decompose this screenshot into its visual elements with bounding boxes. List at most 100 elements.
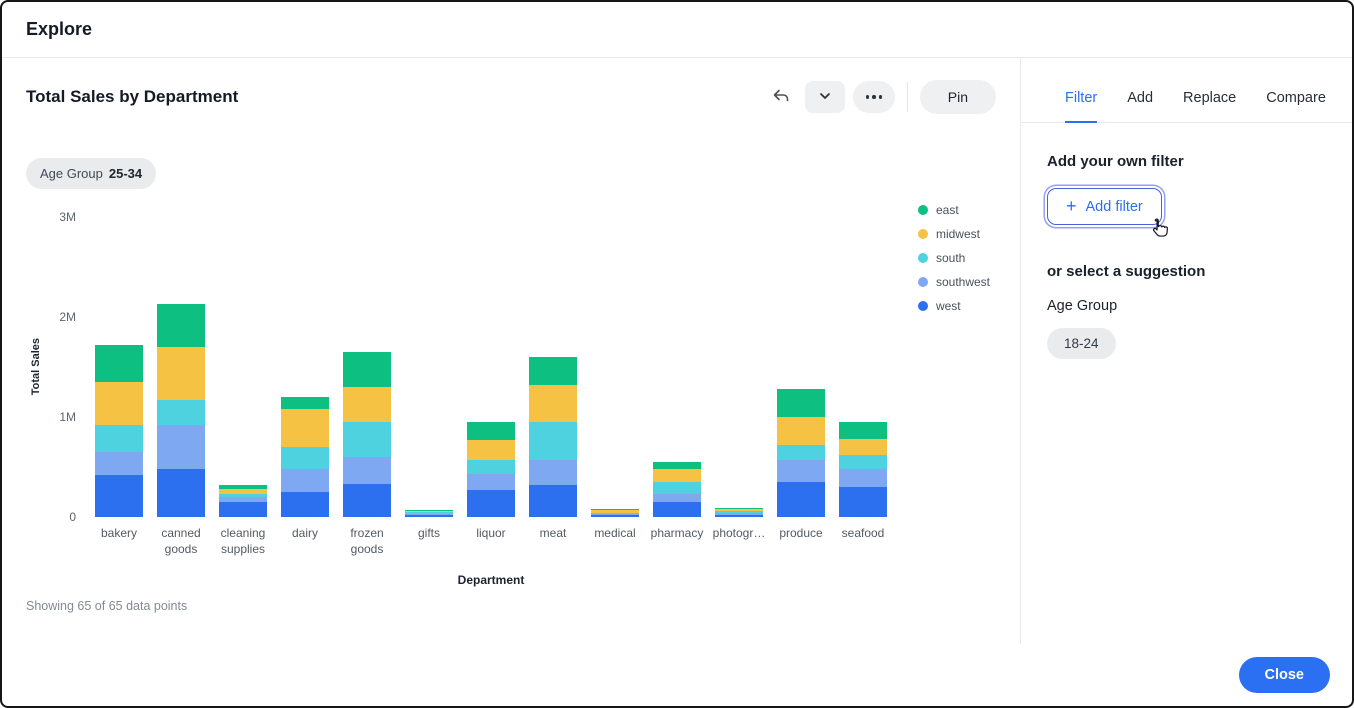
bar-segment-west[interactable]: [653, 502, 701, 517]
bar-segment-south[interactable]: [467, 460, 515, 474]
undo-button[interactable]: [765, 81, 797, 113]
tab-compare[interactable]: Compare: [1266, 90, 1326, 122]
bar-segment-east[interactable]: [777, 389, 825, 417]
hand-cursor-icon: [1147, 217, 1169, 241]
tab-replace[interactable]: Replace: [1183, 90, 1236, 122]
bar-segment-west[interactable]: [839, 487, 887, 517]
age-group-filter-chip[interactable]: Age Group 25-34: [26, 158, 156, 189]
bar-segment-south[interactable]: [343, 422, 391, 457]
bar-segment-west[interactable]: [529, 485, 577, 517]
bar-segment-east[interactable]: [95, 345, 143, 382]
legend-item-midwest[interactable]: midwest: [918, 227, 990, 241]
bar-segment-southwest[interactable]: [95, 452, 143, 475]
bar-segment-southwest[interactable]: [653, 494, 701, 502]
pin-button[interactable]: Pin: [920, 80, 996, 114]
bar-segment-east[interactable]: [343, 352, 391, 387]
bar-segment-southwest[interactable]: [281, 469, 329, 492]
bar-segment-west[interactable]: [467, 490, 515, 517]
stacked-bar[interactable]: [219, 485, 267, 517]
bar-segment-southwest[interactable]: [777, 460, 825, 482]
bar-segment-east[interactable]: [529, 357, 577, 385]
add-filter-button[interactable]: + Add filter: [1047, 188, 1162, 225]
stacked-bar[interactable]: [467, 422, 515, 517]
stacked-bar[interactable]: [715, 508, 763, 517]
close-button[interactable]: Close: [1239, 657, 1331, 693]
bar-segment-midwest[interactable]: [529, 385, 577, 422]
bar-column: seafood: [832, 217, 894, 542]
bar-segment-midwest[interactable]: [467, 440, 515, 460]
stacked-bar[interactable]: [591, 509, 639, 517]
x-category-label: photogr…: [708, 526, 770, 542]
bar-segment-midwest[interactable]: [839, 439, 887, 455]
bar-segment-east[interactable]: [653, 462, 701, 469]
suggestion-chip-18-24[interactable]: 18-24: [1047, 328, 1116, 359]
bar-segment-south[interactable]: [529, 422, 577, 460]
y-tick-label: 3M: [59, 210, 76, 224]
history-dropdown-button[interactable]: [805, 81, 845, 113]
legend-item-west[interactable]: west: [918, 299, 990, 313]
bar-segment-west[interactable]: [219, 502, 267, 517]
bar-segment-midwest[interactable]: [281, 409, 329, 447]
bar-segment-southwest[interactable]: [157, 425, 205, 469]
tab-add[interactable]: Add: [1127, 90, 1153, 122]
tab-filter[interactable]: Filter: [1065, 90, 1097, 123]
bar-segment-east[interactable]: [281, 397, 329, 409]
bar-segment-southwest[interactable]: [529, 460, 577, 485]
suggestion-group-label: Age Group: [1047, 298, 1326, 314]
bar-segment-midwest[interactable]: [653, 469, 701, 482]
bar-segment-south[interactable]: [653, 482, 701, 494]
stacked-bar[interactable]: [653, 462, 701, 517]
stacked-bar[interactable]: [343, 352, 391, 517]
filter-chip-label: Age Group: [40, 166, 103, 181]
stacked-bar[interactable]: [281, 397, 329, 517]
add-filter-label: Add filter: [1086, 199, 1143, 215]
toolbar-divider: [907, 82, 908, 112]
bar-segment-south[interactable]: [839, 455, 887, 469]
stacked-bar[interactable]: [777, 389, 825, 517]
add-own-filter-heading: Add your own filter: [1047, 153, 1326, 170]
ellipsis-icon: [866, 95, 870, 99]
bar-segment-south[interactable]: [95, 425, 143, 452]
bar-segment-midwest[interactable]: [343, 387, 391, 422]
bar-segment-west[interactable]: [95, 475, 143, 517]
bar-segment-west[interactable]: [343, 484, 391, 517]
bar-segment-south[interactable]: [281, 447, 329, 469]
app-header: Explore: [2, 2, 1352, 58]
bar-segment-east[interactable]: [157, 304, 205, 347]
bar-segment-west[interactable]: [715, 515, 763, 517]
bar-segment-southwest[interactable]: [343, 457, 391, 484]
stacked-bar[interactable]: [157, 304, 205, 517]
chart-title-row: Total Sales by Department: [26, 80, 996, 114]
bar-segment-midwest[interactable]: [95, 382, 143, 425]
bar-segment-west[interactable]: [591, 515, 639, 517]
legend-item-south[interactable]: south: [918, 251, 990, 265]
x-category-label: medical: [584, 526, 646, 542]
bar-segment-west[interactable]: [777, 482, 825, 517]
bar-column: produce: [770, 217, 832, 542]
legend-item-southwest[interactable]: southwest: [918, 275, 990, 289]
bar-segment-east[interactable]: [467, 422, 515, 440]
stacked-bar[interactable]: [839, 422, 887, 517]
bar-segment-west[interactable]: [405, 515, 453, 517]
bar-column: liquor: [460, 217, 522, 542]
legend-dot: [918, 277, 928, 287]
bar-segment-south[interactable]: [157, 400, 205, 425]
stacked-bar[interactable]: [405, 510, 453, 517]
legend-dot: [918, 205, 928, 215]
chart-title: Total Sales by Department: [26, 87, 238, 107]
stacked-bar[interactable]: [95, 345, 143, 517]
bar-segment-southwest[interactable]: [839, 469, 887, 487]
stacked-bar[interactable]: [529, 357, 577, 517]
legend-item-east[interactable]: east: [918, 203, 990, 217]
bar-segment-west[interactable]: [157, 469, 205, 517]
chart-pane: Total Sales by Department: [2, 58, 1021, 644]
bar-segment-south[interactable]: [777, 445, 825, 460]
bar-segment-midwest[interactable]: [157, 347, 205, 400]
legend-label: east: [936, 203, 959, 217]
bar-segment-midwest[interactable]: [777, 417, 825, 445]
more-options-button[interactable]: [853, 81, 895, 113]
bar-segment-east[interactable]: [839, 422, 887, 439]
bar-segment-southwest[interactable]: [467, 474, 515, 490]
bar-segment-west[interactable]: [281, 492, 329, 517]
bar-column: meat: [522, 217, 584, 542]
